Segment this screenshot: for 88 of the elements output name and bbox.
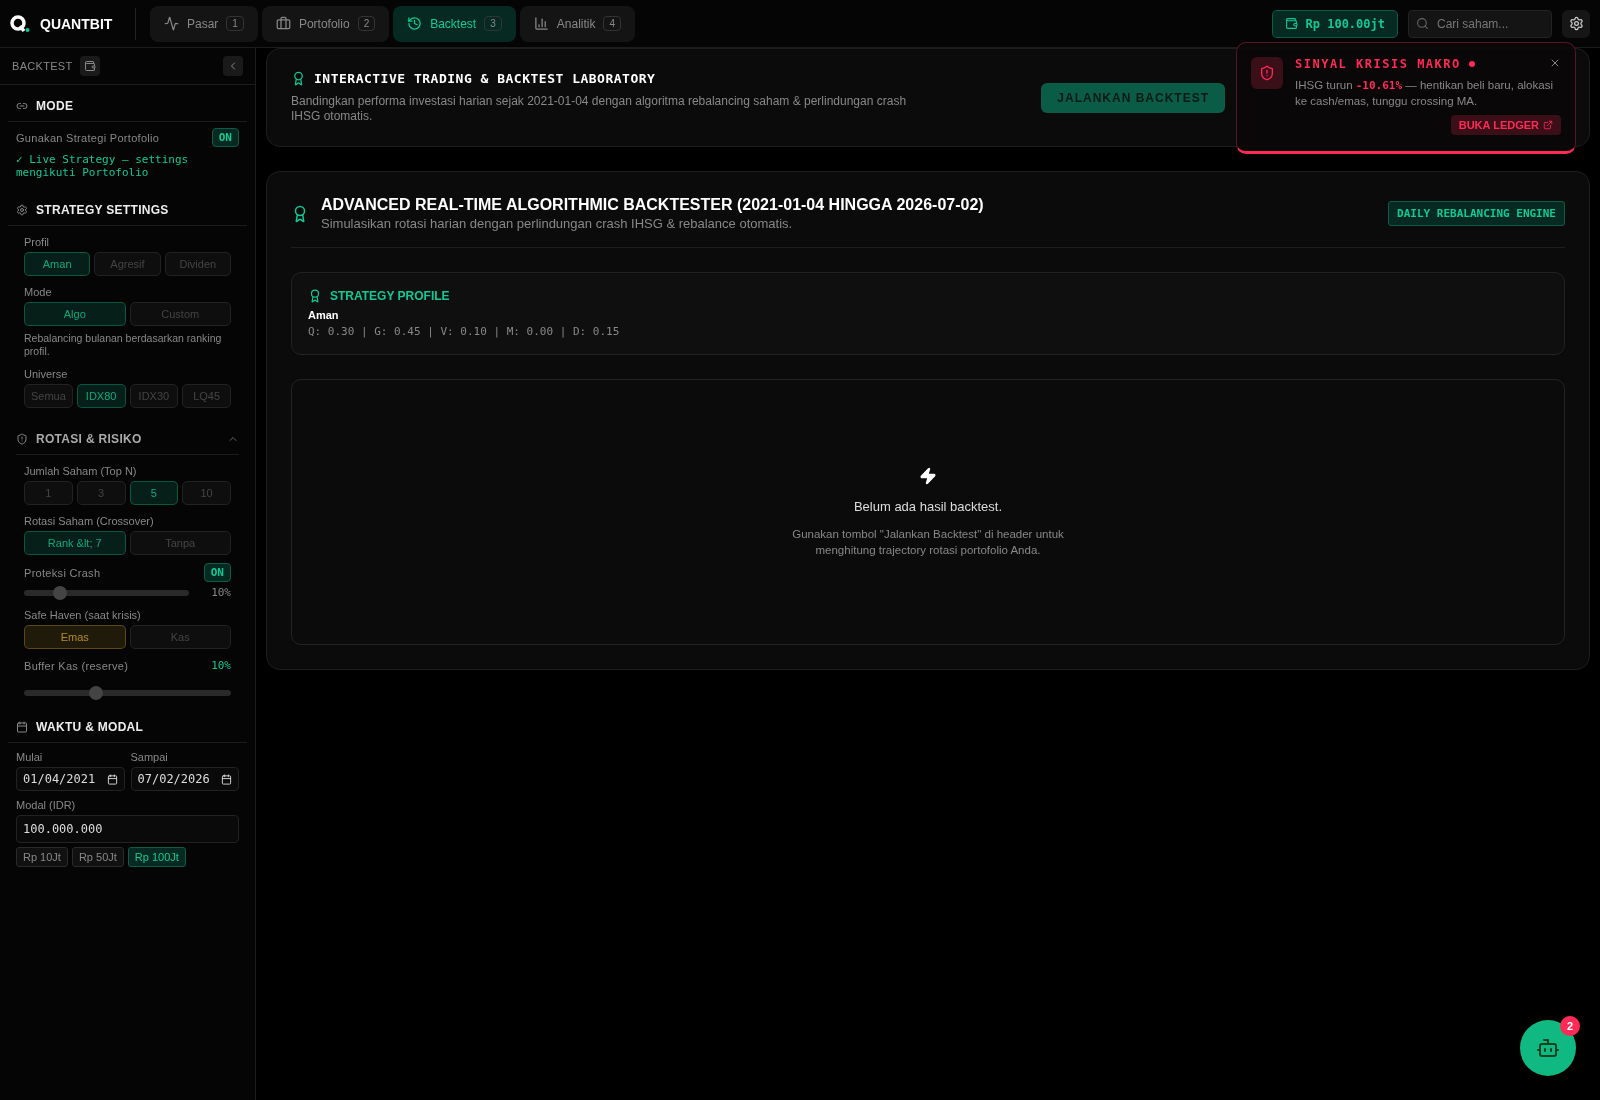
- preset-button[interactable]: Rp 100Jt: [127, 847, 186, 867]
- preset-button[interactable]: Rp 10Jt: [16, 847, 68, 867]
- option-button[interactable]: 5: [129, 481, 179, 505]
- award-icon: [308, 289, 322, 303]
- field-label: Profil: [23, 236, 51, 248]
- balance-display: Rp 100.00jt: [1271, 9, 1398, 38]
- profile-title: STRATEGY PROFILE: [330, 289, 450, 303]
- link-icon: [16, 100, 28, 112]
- search-field[interactable]: Cari saham...: [1408, 9, 1552, 38]
- field-label: Universe: [23, 368, 69, 380]
- settings-button[interactable]: [1562, 9, 1590, 38]
- field-label: Sampai: [130, 751, 169, 763]
- option-button[interactable]: Aman: [24, 252, 91, 276]
- tab-badge: 1: [226, 16, 244, 31]
- external-link-icon: [1543, 120, 1553, 130]
- field-label: Rotasi Saham (Crossover): [23, 515, 155, 527]
- option-button[interactable]: Rank &lt; 7: [24, 531, 126, 555]
- collapse-button[interactable]: [223, 56, 243, 76]
- empty-message: Gunakan tombol "Jalankan Backtest" di header untuk menghitung trajectory rotasi portofolio Anda.: [791, 526, 1065, 558]
- slider-thumb[interactable]: [53, 585, 68, 600]
- nav-tab[interactable]: Backtest 3: [393, 5, 516, 42]
- robot-icon: [1536, 1036, 1560, 1060]
- field-label: Safe Haven (saat krisis): [23, 609, 142, 621]
- mode-description: Rebalancing bulanan berdasarkan ranking profil.: [23, 332, 223, 358]
- tab-badge: 3: [484, 16, 502, 31]
- section-title: WAKTU & MODAL: [36, 720, 144, 734]
- option-button[interactable]: Algo: [24, 302, 126, 326]
- calendar-icon: [221, 773, 232, 785]
- close-icon: [1549, 57, 1561, 69]
- option-button[interactable]: Emas: [24, 625, 126, 649]
- capital-field[interactable]: 100.000.000: [16, 815, 239, 843]
- panel-subtitle: Simulasikan rotasi harian dengan perlindungan crash IHSG & rebalance otomatis.: [321, 216, 794, 231]
- close-button[interactable]: [1549, 57, 1561, 69]
- slider-thumb[interactable]: [89, 686, 104, 700]
- engine-badge: DAILY REBALANCING ENGINE: [1388, 201, 1565, 226]
- open-ledger-button[interactable]: BUKA LEDGER: [1450, 115, 1561, 135]
- section-title: STRATEGY SETTINGS: [36, 203, 169, 217]
- field-label: Proteksi Crash: [24, 566, 101, 579]
- profile-name: Aman: [308, 309, 340, 321]
- option-button[interactable]: IDX80: [76, 384, 126, 408]
- slider-value: 10%: [211, 659, 231, 672]
- app-logo: QUANTBIT: [40, 15, 113, 32]
- toggle-switch[interactable]: ON: [203, 563, 231, 582]
- lightning-icon: [919, 466, 937, 485]
- field-label: Mulai: [16, 751, 44, 763]
- nav-tab[interactable]: Pasar 1: [150, 5, 258, 42]
- wallet-button[interactable]: [80, 56, 101, 76]
- panel-title: INTERACTIVE TRADING & BACKTEST LABORATORY: [314, 71, 656, 86]
- wallet-icon: [84, 60, 97, 72]
- section-title: MODE: [36, 99, 74, 113]
- award-icon: [291, 71, 306, 86]
- tab-badge: 4: [603, 16, 622, 31]
- shield-alert-icon: [1251, 57, 1283, 89]
- history-icon: [407, 16, 423, 31]
- empty-title: Belum ada hasil backtest.: [853, 498, 1003, 514]
- tab-badge: 2: [357, 16, 376, 31]
- sidebar-title: BACKTEST: [12, 60, 73, 72]
- toggle-switch[interactable]: ON: [211, 128, 239, 147]
- date-field[interactable]: 07/02/2026: [130, 767, 239, 791]
- shield-icon: [16, 433, 28, 445]
- nav-tab[interactable]: Analitik 4: [519, 5, 636, 42]
- panel-title: ADVANCED REAL-TIME ALGORITHMIC BACKTESTER (2021-01-04 HINGGA 2026-07-02): [321, 196, 984, 214]
- calendar-icon: [16, 721, 28, 733]
- alert-message: IHSG turun -10.61% — hentikan beli baru, alokasi ke cash/emas, tunggu crossing MA.: [1295, 78, 1554, 109]
- settings-icon: [1568, 16, 1584, 31]
- alert-title: SINYAL KRISIS MAKRO: [1295, 57, 1461, 71]
- panel-subtitle: Bandingkan performa investasi harian sejak 2021-01-04 dengan algoritma rebalancing saham & perlindungan crash IHSG otomatis.: [291, 94, 908, 124]
- live-strategy-note: ✓ Live Strategy — settings mengikuti Portofolio: [15, 153, 190, 179]
- wallet-icon: [1284, 17, 1298, 30]
- date-field[interactable]: 01/04/2021: [16, 767, 125, 791]
- alert-dot-icon: [1468, 61, 1475, 67]
- toggle-label: Gunakan Strategi Portofolio: [16, 131, 160, 144]
- field-label: Buffer Kas (reserve): [24, 659, 129, 672]
- section-title: ROTASI & RISIKO: [36, 432, 142, 446]
- field-label: Modal (IDR): [15, 799, 77, 811]
- logo-icon: [10, 14, 30, 33]
- pulse-icon: [164, 16, 179, 31]
- profile-weights: Q: 0.30 | G: 0.45 | V: 0.10 | M: 0.00 | D: 0.15: [308, 325, 621, 338]
- calendar-icon: [106, 773, 118, 785]
- gear-icon: [16, 204, 28, 216]
- field-label: Mode: [23, 286, 53, 298]
- briefcase-icon: [275, 16, 291, 31]
- notification-badge: 2: [1560, 1016, 1580, 1036]
- field-label: Jumlah Saham (Top N): [23, 465, 138, 477]
- bar-chart-icon: [533, 16, 549, 31]
- slider-value: 10%: [211, 586, 231, 599]
- preset-button[interactable]: Rp 50Jt: [71, 847, 124, 867]
- nav-tab[interactable]: Portofolio 2: [261, 5, 390, 42]
